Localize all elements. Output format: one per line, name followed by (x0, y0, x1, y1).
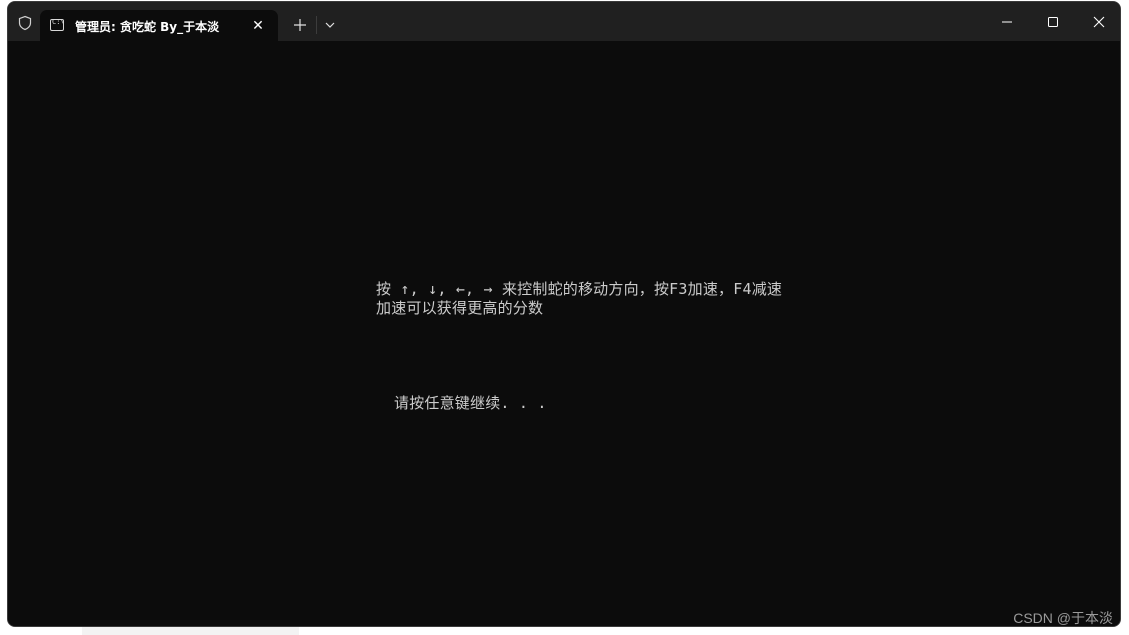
press-any-key-prompt: 请按任意键继续. . . (394, 394, 547, 412)
terminal-window: C:\ 管理员: 贪吃蛇 By_于本淡 ✕ 按 ↑, ↓, ←, → 来控制蛇的… (7, 1, 1121, 627)
console-icon: C:\ (50, 18, 65, 31)
title-bar[interactable]: C:\ 管理员: 贪吃蛇 By_于本淡 ✕ (8, 2, 1120, 41)
instruction-line-2: 加速可以获得更高的分数 (376, 299, 544, 317)
tab-close-button[interactable]: ✕ (248, 16, 268, 36)
minimize-button[interactable] (992, 11, 1022, 33)
terminal-content[interactable]: 按 ↑, ↓, ←, → 来控制蛇的移动方向，按F3加速，F4减速 加速可以获得… (8, 41, 1120, 626)
background-strip (82, 627, 299, 635)
divider (316, 16, 317, 34)
shield-icon (18, 15, 32, 31)
maximize-button[interactable] (1038, 11, 1068, 33)
new-tab-button[interactable] (289, 14, 311, 36)
instruction-line-1: 按 ↑, ↓, ←, → 来控制蛇的移动方向，按F3加速，F4减速 (376, 280, 783, 298)
watermark: CSDN @于本淡 (1013, 610, 1113, 626)
chevron-down-icon[interactable] (321, 15, 339, 35)
close-button[interactable] (1084, 11, 1114, 33)
tab-active[interactable]: C:\ 管理员: 贪吃蛇 By_于本淡 ✕ (40, 10, 278, 41)
tab-title: 管理员: 贪吃蛇 By_于本淡 (75, 20, 220, 34)
